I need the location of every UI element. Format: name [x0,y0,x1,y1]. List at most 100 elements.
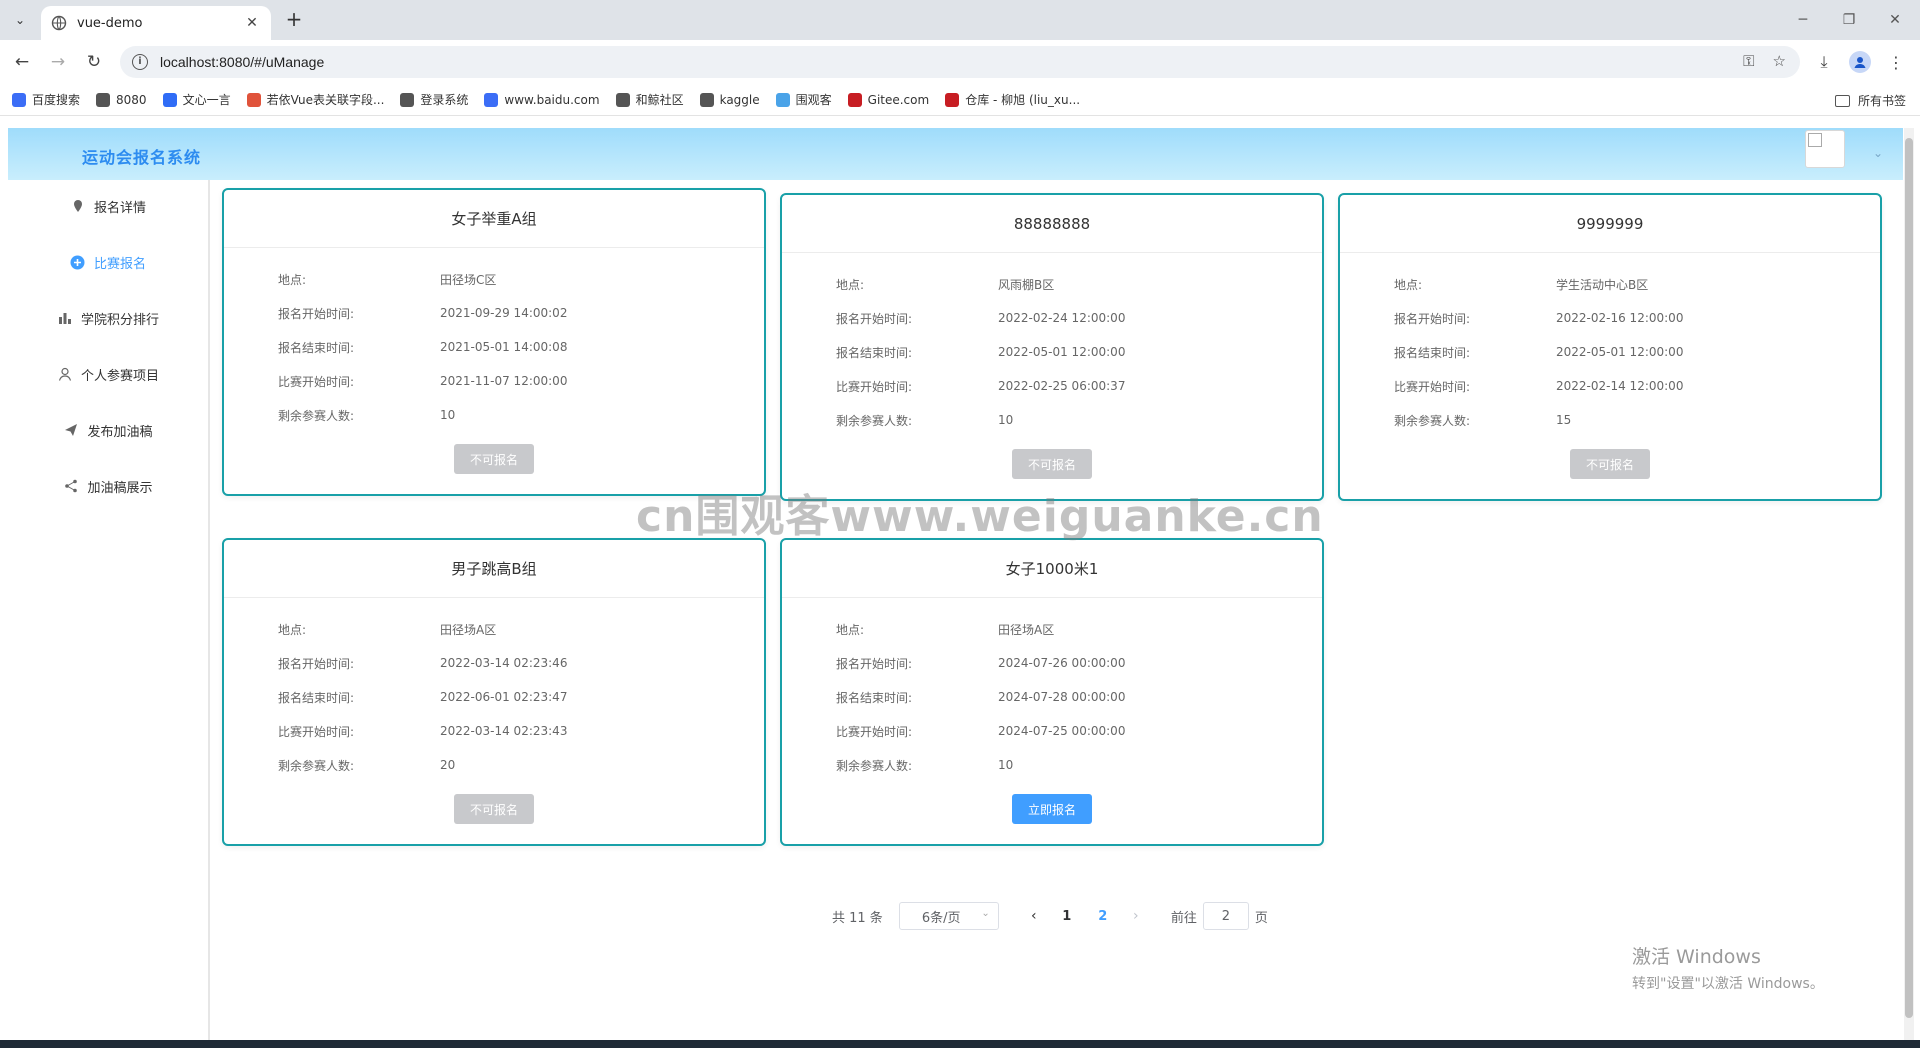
bookmark-item[interactable]: 仓库 - 柳旭 (liu_xu... [945,91,1080,108]
bookmark-item[interactable]: www.baidu.com [484,92,600,107]
bookmark-item[interactable]: 8080 [96,92,147,107]
field-value: 10 [440,408,456,422]
field-label: 剩余参赛人数: [836,413,913,428]
user-icon [57,366,73,382]
bookmark-item[interactable]: 和鲸社区 [615,91,684,108]
forward-button[interactable]: → [46,50,70,74]
field-label: 报名结束时间: [836,690,913,705]
card-row-match-start: 比赛开始时间: 2022-02-25 06:00:37 [782,369,1322,403]
card-row-signup-end: 报名结束时间: 2021-05-01 14:00:08 [224,330,764,364]
card-row-location: 地点: 田径场A区 [224,612,764,646]
bookmark-item[interactable]: 百度搜索 [12,91,80,108]
field-label: 地点: [278,622,307,637]
card-row-signup-end: 报名结束时间: 2022-05-01 12:00:00 [1340,335,1880,369]
avatar[interactable] [1805,130,1845,168]
card-row-signup-end: 报名结束时间: 2022-05-01 12:00:00 [782,335,1322,369]
arrow-left-icon: ← [14,52,30,72]
signup-disabled-button[interactable]: 不可报名 [454,444,534,474]
page-1-button[interactable]: 1 [1049,909,1085,924]
reload-button[interactable]: ↻ [82,50,106,74]
bookmark-favicon-icon [246,92,261,107]
broken-image-icon [1808,133,1822,147]
bookmark-item[interactable]: 若依Vue表关联字段... [246,91,384,108]
card-row-remaining: 剩余参赛人数: 10 [782,748,1322,782]
card-body: 地点: 田径场A区 报名开始时间: 2022-03-14 02:23:46 报名结束时间… [224,598,764,782]
prev-page-button[interactable]: ‹ [1019,908,1049,924]
sidebar-item-3[interactable]: 学院积分排行 [8,298,208,338]
bookmark-item[interactable]: 登录系统 [400,91,468,108]
field-label: 比赛开始时间: [1394,379,1471,394]
card-row-signup-start: 报名开始时间: 2021-09-29 14:00:02 [224,296,764,330]
bookmark-favicon-icon [12,92,26,107]
field-value: 2024-07-26 00:00:00 [998,656,1126,670]
profile-button[interactable] [1848,50,1872,74]
bookmark-favicon-icon [847,92,862,107]
back-button[interactable]: ← [10,50,34,74]
event-card: 女子1000米1 地点: 田径场A区 报名开始时间: 2024-07-26 00:00:… [780,538,1324,846]
info-icon[interactable]: i [132,54,148,70]
all-bookmarks-button[interactable]: 所有书签 [1834,92,1906,109]
event-card: 9999999 地点: 学生活动中心B区 报名开始时间: 2022-02-16 12:0… [1338,193,1882,501]
page-scrollbar[interactable] [1904,128,1914,1040]
goto-label: 前往 [1170,910,1197,926]
pagination-total: 共 11 条 [832,910,883,926]
sidebar-item-2[interactable]: 比赛报名 [8,242,208,282]
tab-search-button[interactable]: ⌄ [8,8,32,32]
close-icon[interactable]: ✕ [243,15,261,31]
bookmark-favicon-icon [699,92,714,107]
next-page-button[interactable]: › [1121,908,1151,924]
minimize-button[interactable]: ─ [1780,0,1826,40]
bookmark-favicon-icon [945,92,960,107]
browser-tabstrip: ⌄ vue-demo ✕ + ─ ❐ ✕ [0,0,1920,40]
field-value: 10 [998,413,1014,427]
card-body: 地点: 学生活动中心B区 报名开始时间: 2022-02-16 12:00:00 报名结… [1340,253,1880,437]
download-button[interactable]: ⤓ [1812,50,1836,74]
reload-icon: ↻ [86,52,102,72]
bookmark-label: 登录系统 [420,93,469,107]
browser-menu-button[interactable]: ⋮ [1884,50,1908,74]
folder-icon [1834,94,1850,107]
page-2-button[interactable]: 2 [1085,909,1121,924]
window-close-button[interactable]: ✕ [1872,0,1918,40]
app-root: 运动会报名系统 ⌄ 报名详情 比赛报名 学院积分排行 个人参赛项目 发布加油稿 加油稿展示… [8,128,1903,1040]
field-label: 剩余参赛人数: [278,758,355,773]
bookmark-item[interactable]: 围观客 [775,91,832,108]
signup-disabled-button[interactable]: 不可报名 [454,794,534,824]
chevron-down-icon[interactable]: ⌄ [1873,146,1883,160]
signup-disabled-button[interactable]: 不可报名 [1570,449,1650,479]
field-label: 报名开始时间: [278,656,355,671]
field-value: 田径场C区 [440,272,497,287]
page-size-select[interactable]: 6条/页 ⌄ [898,902,999,930]
event-card: 88888888 地点: 风雨棚B区 报名开始时间: 2022-02-24 12:00:… [780,193,1324,501]
sidebar-item-1[interactable]: 报名详情 [8,186,208,226]
new-tab-button[interactable]: + [282,8,306,32]
card-body: 地点: 田径场C区 报名开始时间: 2021-09-29 14:00:02 报名结束时间… [224,248,764,432]
card-row-remaining: 剩余参赛人数: 15 [1340,403,1880,437]
bookmark-item[interactable]: 文心一言 [162,91,231,108]
sidebar-item-4[interactable]: 个人参赛项目 [8,354,208,394]
sidebar-item-5[interactable]: 发布加油稿 [8,410,208,450]
star-icon[interactable]: ☆ [1773,52,1786,70]
bookmark-favicon-icon [400,92,415,107]
card-body: 地点: 风雨棚B区 报名开始时间: 2022-02-24 12:00:00 报名结束时间… [782,253,1322,437]
bookmark-item[interactable]: Gitee.com [847,92,929,107]
more-vertical-icon: ⋮ [1888,52,1904,72]
field-label: 比赛开始时间: [836,379,913,394]
browser-tab[interactable]: vue-demo ✕ [41,6,271,40]
signup-button[interactable]: 立即报名 [1012,794,1092,824]
key-icon[interactable]: ⚿ [1743,52,1754,70]
sidebar-item-label: 学院积分排行 [80,312,159,328]
goto-page-input[interactable]: 2 [1202,902,1249,930]
scrollbar-thumb[interactable] [1905,138,1913,1018]
bookmark-item[interactable]: kaggle [699,92,760,107]
field-value: 15 [1556,413,1572,427]
pagination: 共 11 条 6条/页 ⌄ ‹ 1 2 › 前往 2 页 [832,902,1268,930]
address-bar[interactable]: i localhost:8080/#/uManage ⚿ ☆ [120,46,1800,78]
signup-disabled-button[interactable]: 不可报名 [1012,449,1092,479]
sidebar: 报名详情比赛报名学院积分排行个人参赛项目 发布加油稿加油稿展示 [8,180,210,1040]
restore-button[interactable]: ❐ [1826,0,1872,40]
sidebar-item-6[interactable]: 加油稿展示 [8,466,208,506]
field-label: 剩余参赛人数: [836,758,913,773]
page-goto: 前往 2 页 [1171,902,1268,930]
card-title: 女子1000米1 [782,540,1322,598]
